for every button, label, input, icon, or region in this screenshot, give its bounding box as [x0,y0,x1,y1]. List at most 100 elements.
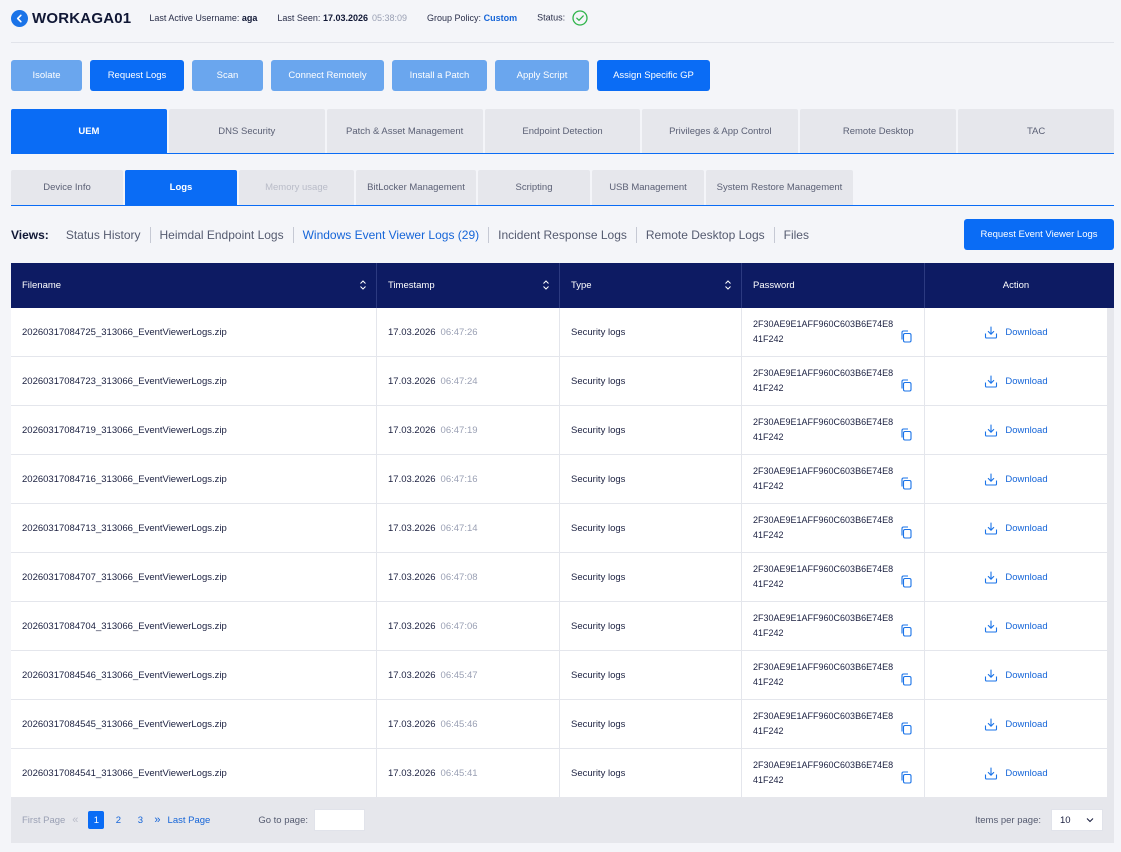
group-policy-link[interactable]: Custom [484,13,518,23]
download-button[interactable]: Download [984,423,1048,437]
status-info: Status: [537,10,588,26]
download-icon [985,521,998,535]
action-cell: Download [925,504,1107,552]
table-row: 20260317084716_313066_EventViewerLogs.zi… [11,455,1107,504]
timestamp-date: 17.03.2026 [388,473,436,485]
timestamp-cell: 17.03.2026 06:47:19 [377,406,560,454]
assign-gp-button[interactable]: Assign Specific GP [597,60,710,91]
filename: 20260317084723_313066_EventViewerLogs.zi… [22,375,227,387]
next-page-icon[interactable]: » [154,814,160,826]
copy-icon[interactable] [900,329,912,343]
download-button[interactable]: Download [984,570,1048,584]
sort-icon[interactable] [724,279,732,291]
copy-icon[interactable] [900,721,912,735]
tab-endpoint-detection[interactable]: Endpoint Detection [484,109,641,153]
timestamp-time: 06:47:06 [440,620,478,632]
copy-icon[interactable] [900,476,912,490]
filename: 20260317084713_313066_EventViewerLogs.zi… [22,522,227,534]
view-status-history[interactable]: Status History [57,227,151,243]
sort-icon[interactable] [542,279,550,291]
last-page-link[interactable]: Last Page [168,815,211,826]
items-per-page-select[interactable]: 10 [1051,809,1103,831]
install-patch-button[interactable]: Install a Patch [392,60,487,91]
download-button[interactable]: Download [984,472,1048,486]
chevron-down-icon [1086,818,1094,823]
password-value: 2F30AE9E1AFF960C603B6E74E841F242 [753,564,894,589]
copy-icon[interactable] [900,672,912,686]
table-row: 20260317084713_313066_EventViewerLogs.zi… [11,504,1107,553]
download-button[interactable]: Download [984,521,1048,535]
log-type: Security logs [571,522,626,534]
subtab-device-info[interactable]: Device Info [11,170,123,205]
tab-dns-security[interactable]: DNS Security [168,109,325,153]
download-button[interactable]: Download [984,766,1048,780]
table-row: 20260317084719_313066_EventViewerLogs.zi… [11,406,1107,455]
download-button[interactable]: Download [984,325,1048,339]
prev-page-icon[interactable]: « [72,814,78,826]
download-button[interactable]: Download [984,668,1048,682]
column-type[interactable]: Type [560,263,742,308]
connect-remotely-button[interactable]: Connect Remotely [271,60,384,91]
password-cell: 2F30AE9E1AFF960C603B6E74E841F242 [742,602,925,650]
subtab-scripting[interactable]: Scripting [478,170,590,205]
download-icon [985,668,998,682]
view-windows-event-logs[interactable]: Windows Event Viewer Logs (29) [294,227,490,243]
column-timestamp-label: Timestamp [388,280,435,291]
view-remote-desktop-logs[interactable]: Remote Desktop Logs [637,227,775,243]
view-heimdal-logs[interactable]: Heimdal Endpoint Logs [151,227,294,243]
device-header: WORKAGA01 Last Active Username: aga Last… [11,6,608,30]
goto-page-input[interactable] [314,809,365,831]
page-1[interactable]: 1 [88,811,105,829]
download-icon [985,472,998,486]
subtab-system-restore[interactable]: System Restore Management [706,170,853,205]
copy-icon[interactable] [900,574,912,588]
column-action: Action [925,263,1107,308]
copy-icon[interactable] [900,427,912,441]
subtab-usb[interactable]: USB Management [592,170,704,205]
password-cell: 2F30AE9E1AFF960C603B6E74E841F242 [742,308,925,356]
log-type: Security logs [571,326,626,338]
download-button[interactable]: Download [984,374,1048,388]
copy-icon[interactable] [900,770,912,784]
isolate-button[interactable]: Isolate [11,60,82,91]
apply-script-button[interactable]: Apply Script [495,60,589,91]
type-cell: Security logs [560,553,742,601]
subtab-bitlocker[interactable]: BitLocker Management [356,170,476,205]
view-files[interactable]: Files [775,227,818,243]
last-seen-date: 17.03.2026 [322,13,368,23]
column-timestamp[interactable]: Timestamp [377,263,560,308]
download-icon [985,374,998,388]
first-page-link[interactable]: First Page [22,815,65,826]
tab-patch-asset[interactable]: Patch & Asset Management [326,109,483,153]
copy-icon[interactable] [900,525,912,539]
timestamp-cell: 17.03.2026 06:47:16 [377,455,560,503]
subtab-logs[interactable]: Logs [125,170,237,205]
download-button[interactable]: Download [984,619,1048,633]
tab-privileges[interactable]: Privileges & App Control [642,109,799,153]
view-incident-response[interactable]: Incident Response Logs [489,227,637,243]
tab-tac[interactable]: TAC [958,109,1115,153]
timestamp-cell: 17.03.2026 06:47:06 [377,602,560,650]
action-cell: Download [925,455,1107,503]
column-filename[interactable]: Filename [11,263,377,308]
page-2[interactable]: 2 [110,811,126,829]
filename: 20260317084541_313066_EventViewerLogs.zi… [22,767,227,779]
tab-uem[interactable]: UEM [11,109,167,153]
download-label: Download [1005,522,1048,534]
page-3[interactable]: 3 [132,811,148,829]
sort-icon[interactable] [359,279,367,291]
copy-icon[interactable] [900,378,912,392]
copy-icon[interactable] [900,623,912,637]
request-event-viewer-logs-button[interactable]: Request Event Viewer Logs [964,219,1114,250]
back-icon[interactable] [11,9,28,27]
download-label: Download [1005,767,1048,779]
download-icon [985,570,998,584]
download-label: Download [1005,669,1048,681]
group-policy-info: Group Policy: Custom [427,13,517,23]
request-logs-button[interactable]: Request Logs [90,60,184,91]
tab-remote-desktop[interactable]: Remote Desktop [800,109,957,153]
scan-button[interactable]: Scan [192,60,263,91]
download-button[interactable]: Download [984,717,1048,731]
action-cell: Download [925,308,1107,356]
timestamp-date: 17.03.2026 [388,424,436,436]
